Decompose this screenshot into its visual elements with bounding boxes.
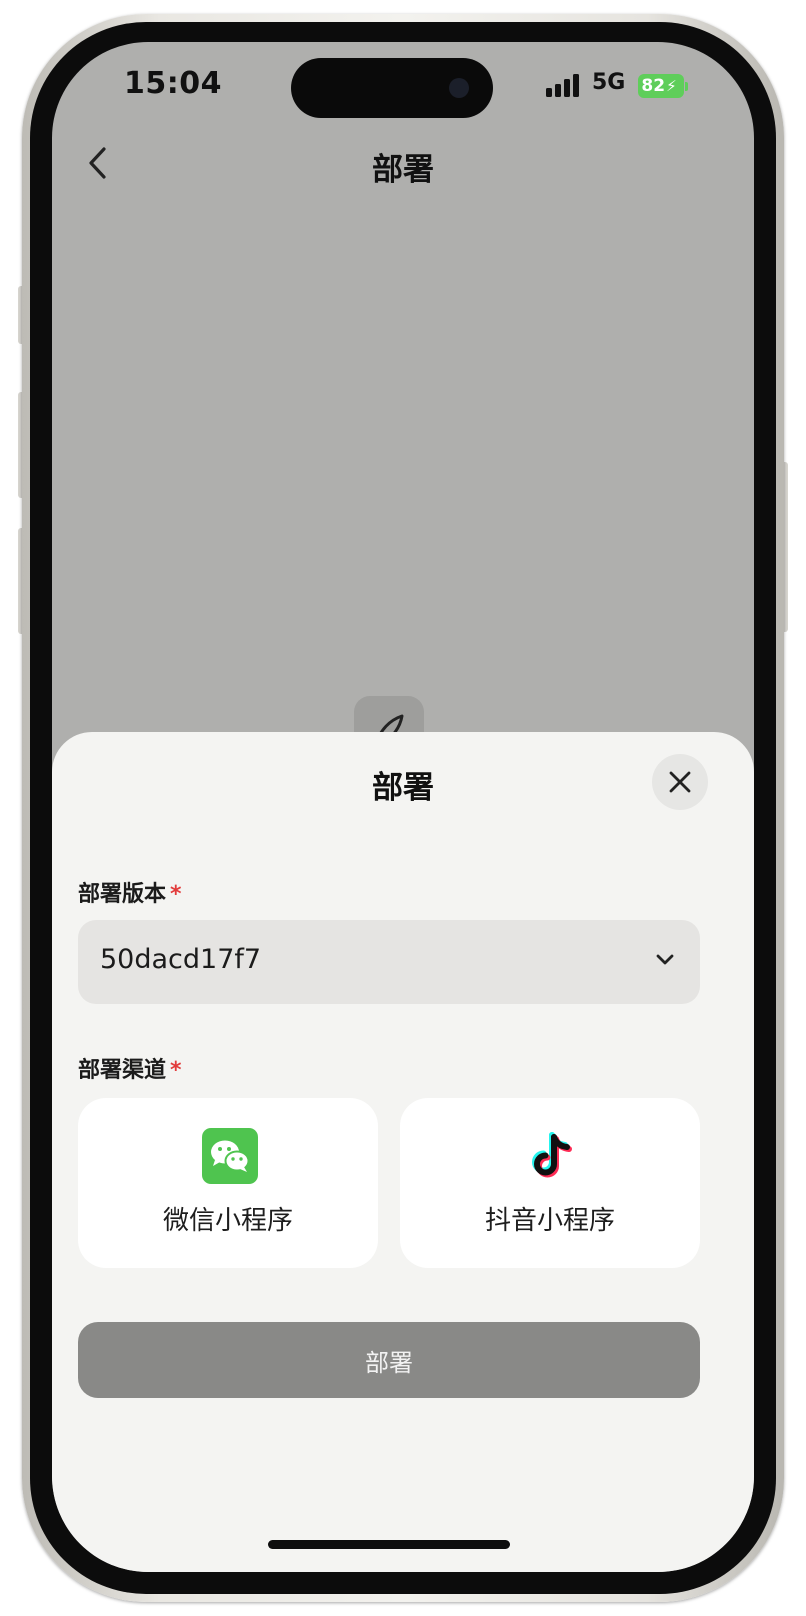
close-icon [669, 771, 691, 793]
deploy-button[interactable]: 部署 [78, 1322, 700, 1398]
channel-label: 部署渠道 * [78, 1052, 182, 1084]
version-label-text: 部署版本 [78, 882, 167, 907]
version-value: 50dacd17f7 [100, 944, 262, 975]
phone-screen: 15:04 5G 82 ⚡ 部署 部署 部署版本 * 50dacd17f7 部署… [52, 42, 754, 1572]
deploy-sheet: 部署 部署版本 * 50dacd17f7 部署渠道 * 微信小程序 抖音小程序 … [52, 732, 754, 1572]
required-mark: * [170, 1058, 182, 1083]
battery-icon: 82 ⚡ [638, 74, 684, 98]
close-button[interactable] [652, 754, 708, 810]
dynamic-island [291, 58, 493, 118]
wechat-icon [202, 1128, 258, 1184]
douyin-icon [532, 1132, 572, 1178]
signal-icon [546, 74, 579, 97]
page-title: 部署 [372, 152, 434, 188]
channel-option-wechat[interactable]: 微信小程序 [78, 1098, 378, 1268]
charging-bolt-icon: ⚡ [666, 77, 677, 95]
douyin-label: 抖音小程序 [484, 1206, 615, 1236]
home-indicator [268, 1540, 510, 1549]
required-mark: * [170, 882, 182, 907]
version-select[interactable]: 50dacd17f7 [78, 920, 700, 1004]
channel-option-douyin[interactable]: 抖音小程序 [400, 1098, 700, 1268]
network-type: 5G [592, 70, 626, 95]
battery-tip [685, 82, 688, 91]
chevron-down-icon [656, 954, 674, 965]
status-time: 15:04 [124, 66, 222, 101]
channel-label-text: 部署渠道 [78, 1058, 167, 1083]
version-label: 部署版本 * [78, 876, 182, 908]
page: 15:04 5G 82 ⚡ 部署 部署 部署版本 * 50dacd17f7 部署… [0, 0, 806, 1616]
sheet-title: 部署 [372, 770, 434, 806]
battery-level: 82 [641, 76, 666, 96]
wechat-label: 微信小程序 [162, 1206, 293, 1236]
front-camera [449, 78, 469, 98]
